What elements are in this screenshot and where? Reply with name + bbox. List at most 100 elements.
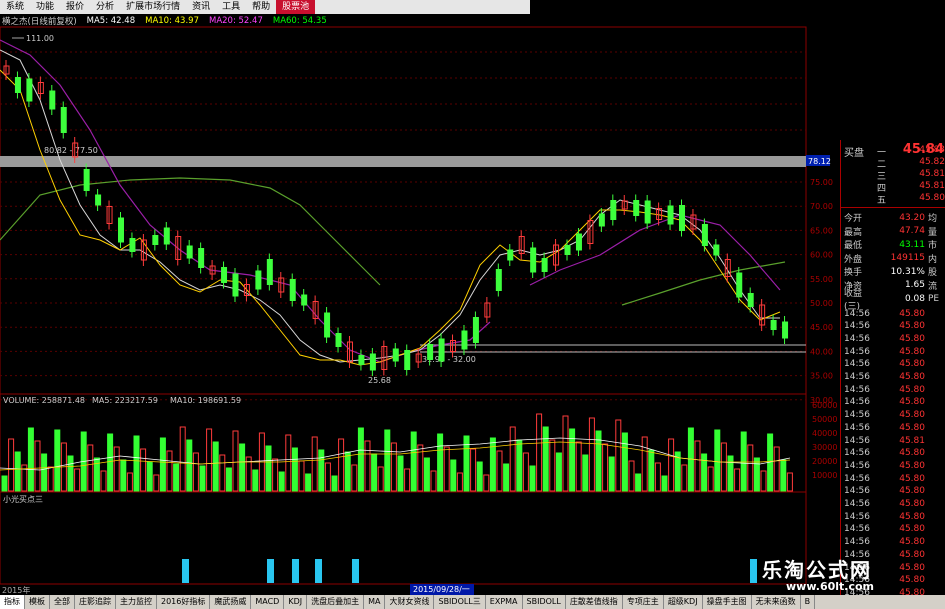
volume-bar[interactable]	[615, 419, 622, 492]
candle-body[interactable]	[266, 259, 273, 285]
candle-body[interactable]	[83, 169, 90, 191]
candle-body[interactable]	[495, 269, 502, 291]
candle-body[interactable]	[392, 348, 399, 362]
volume-bar[interactable]	[714, 429, 721, 492]
volume-bar[interactable]	[278, 471, 285, 492]
candle-body[interactable]	[49, 90, 56, 110]
candle-body[interactable]	[782, 321, 789, 339]
candle-body[interactable]	[221, 267, 228, 283]
volume-bar[interactable]	[443, 446, 450, 492]
candle-body[interactable]	[679, 205, 686, 231]
volume-bar[interactable]	[621, 432, 628, 492]
indicator-tab-17[interactable]: 超级KDJ	[664, 595, 703, 609]
volume-bar[interactable]	[311, 436, 318, 492]
volume-bar[interactable]	[305, 473, 312, 492]
candle-body[interactable]	[232, 273, 239, 297]
volume-bar[interactable]	[41, 453, 48, 492]
indicator-tab-8[interactable]: KDJ	[284, 595, 308, 609]
volume-bar[interactable]	[390, 442, 397, 492]
volume-bar[interactable]	[54, 429, 61, 492]
volume-bar[interactable]	[635, 473, 642, 492]
volume-bar[interactable]	[608, 456, 615, 492]
volume-bar[interactable]	[536, 413, 543, 492]
candle-body[interactable]	[770, 320, 777, 330]
volume-bar[interactable]	[1, 475, 8, 492]
volume-bar[interactable]	[351, 464, 358, 492]
volume-bar[interactable]	[701, 453, 708, 492]
volume-bar[interactable]	[232, 430, 239, 492]
volume-bar[interactable]	[100, 470, 107, 492]
indicator-signal-bars[interactable]	[182, 559, 757, 583]
candle-body[interactable]	[736, 272, 743, 298]
volume-bar[interactable]	[14, 451, 21, 492]
volume-bar[interactable]	[225, 467, 232, 492]
candle-body[interactable]	[129, 238, 136, 252]
buy-signal-bar[interactable]	[315, 559, 322, 583]
buy-signal-bar[interactable]	[292, 559, 299, 583]
volume-bar[interactable]	[496, 450, 503, 492]
volume-bar[interactable]	[377, 466, 384, 492]
volume-bar[interactable]	[542, 426, 549, 492]
volume-bar[interactable]	[199, 465, 206, 492]
volume-bar[interactable]	[212, 441, 219, 492]
volume-bar[interactable]	[344, 451, 351, 492]
volume-bar[interactable]	[602, 443, 609, 492]
indicator-tab-16[interactable]: 专项庄主	[623, 595, 664, 609]
volume-bar[interactable]	[252, 469, 259, 492]
candle-body[interactable]	[461, 330, 468, 350]
kline-chart[interactable]: 78.12 80.82 - 77.50 111.00 25.68 31.95 -…	[0, 0, 840, 595]
candle-body[interactable]	[507, 249, 514, 261]
indicator-tab-7[interactable]: MACD	[251, 595, 285, 609]
volume-bar[interactable]	[192, 452, 199, 492]
volume-bar[interactable]	[509, 426, 516, 492]
volume-bar[interactable]	[654, 462, 661, 492]
volume-bar[interactable]	[159, 437, 166, 492]
indicator-tab-5[interactable]: 2016好指标	[157, 595, 211, 609]
indicator-tab-10[interactable]: MA	[364, 595, 386, 609]
volume-bar[interactable]	[153, 474, 160, 492]
buy-signal-bar[interactable]	[182, 559, 189, 583]
volume-bar[interactable]	[107, 433, 114, 492]
volume-bar[interactable]	[489, 437, 496, 492]
volume-bar[interactable]	[186, 439, 193, 492]
candle-body[interactable]	[564, 245, 571, 255]
candle-body[interactable]	[117, 217, 124, 243]
volume-bar[interactable]	[34, 440, 41, 492]
volume-bar[interactable]	[173, 463, 180, 492]
candle-body[interactable]	[610, 200, 617, 220]
candle-body[interactable]	[575, 233, 582, 251]
volume-bar[interactable]	[450, 459, 457, 492]
volume-bar[interactable]	[179, 426, 186, 492]
volume-bar[interactable]	[291, 447, 298, 492]
volume-bar[interactable]	[628, 460, 635, 492]
volume-bar[interactable]	[588, 417, 595, 492]
volume-bar[interactable]	[549, 439, 556, 492]
candlesticks[interactable]	[3, 60, 789, 376]
volume-bar[interactable]	[87, 444, 94, 492]
volume-bar[interactable]	[219, 454, 226, 492]
candle-body[interactable]	[301, 294, 308, 306]
candle-body[interactable]	[713, 244, 720, 256]
volume-bar[interactable]	[126, 472, 133, 492]
indicator-tab-6[interactable]: 魔武扬威	[210, 595, 252, 609]
volume-bar[interactable]	[331, 475, 338, 492]
indicator-tab-12[interactable]: SBIDOLL三	[434, 595, 486, 609]
volume-bar[interactable]	[760, 470, 767, 492]
volume-bar[interactable]	[8, 438, 15, 492]
candle-body[interactable]	[152, 235, 159, 245]
volume-bar[interactable]	[140, 448, 147, 492]
volume-bar[interactable]	[47, 466, 54, 492]
buy-signal-bar[interactable]	[352, 559, 359, 583]
volume-bar[interactable]	[371, 453, 378, 492]
volume-bar[interactable]	[727, 455, 734, 492]
volume-bar[interactable]	[483, 474, 490, 492]
volume-bar[interactable]	[648, 449, 655, 492]
candle-body[interactable]	[324, 312, 331, 338]
volume-bar[interactable]	[694, 440, 701, 492]
volume-bar[interactable]	[410, 431, 417, 492]
volume-bar[interactable]	[562, 415, 569, 492]
volume-bar[interactable]	[113, 446, 120, 492]
volume-bar[interactable]	[423, 457, 430, 492]
volume-bar[interactable]	[582, 454, 589, 492]
volume-bar[interactable]	[641, 436, 648, 492]
